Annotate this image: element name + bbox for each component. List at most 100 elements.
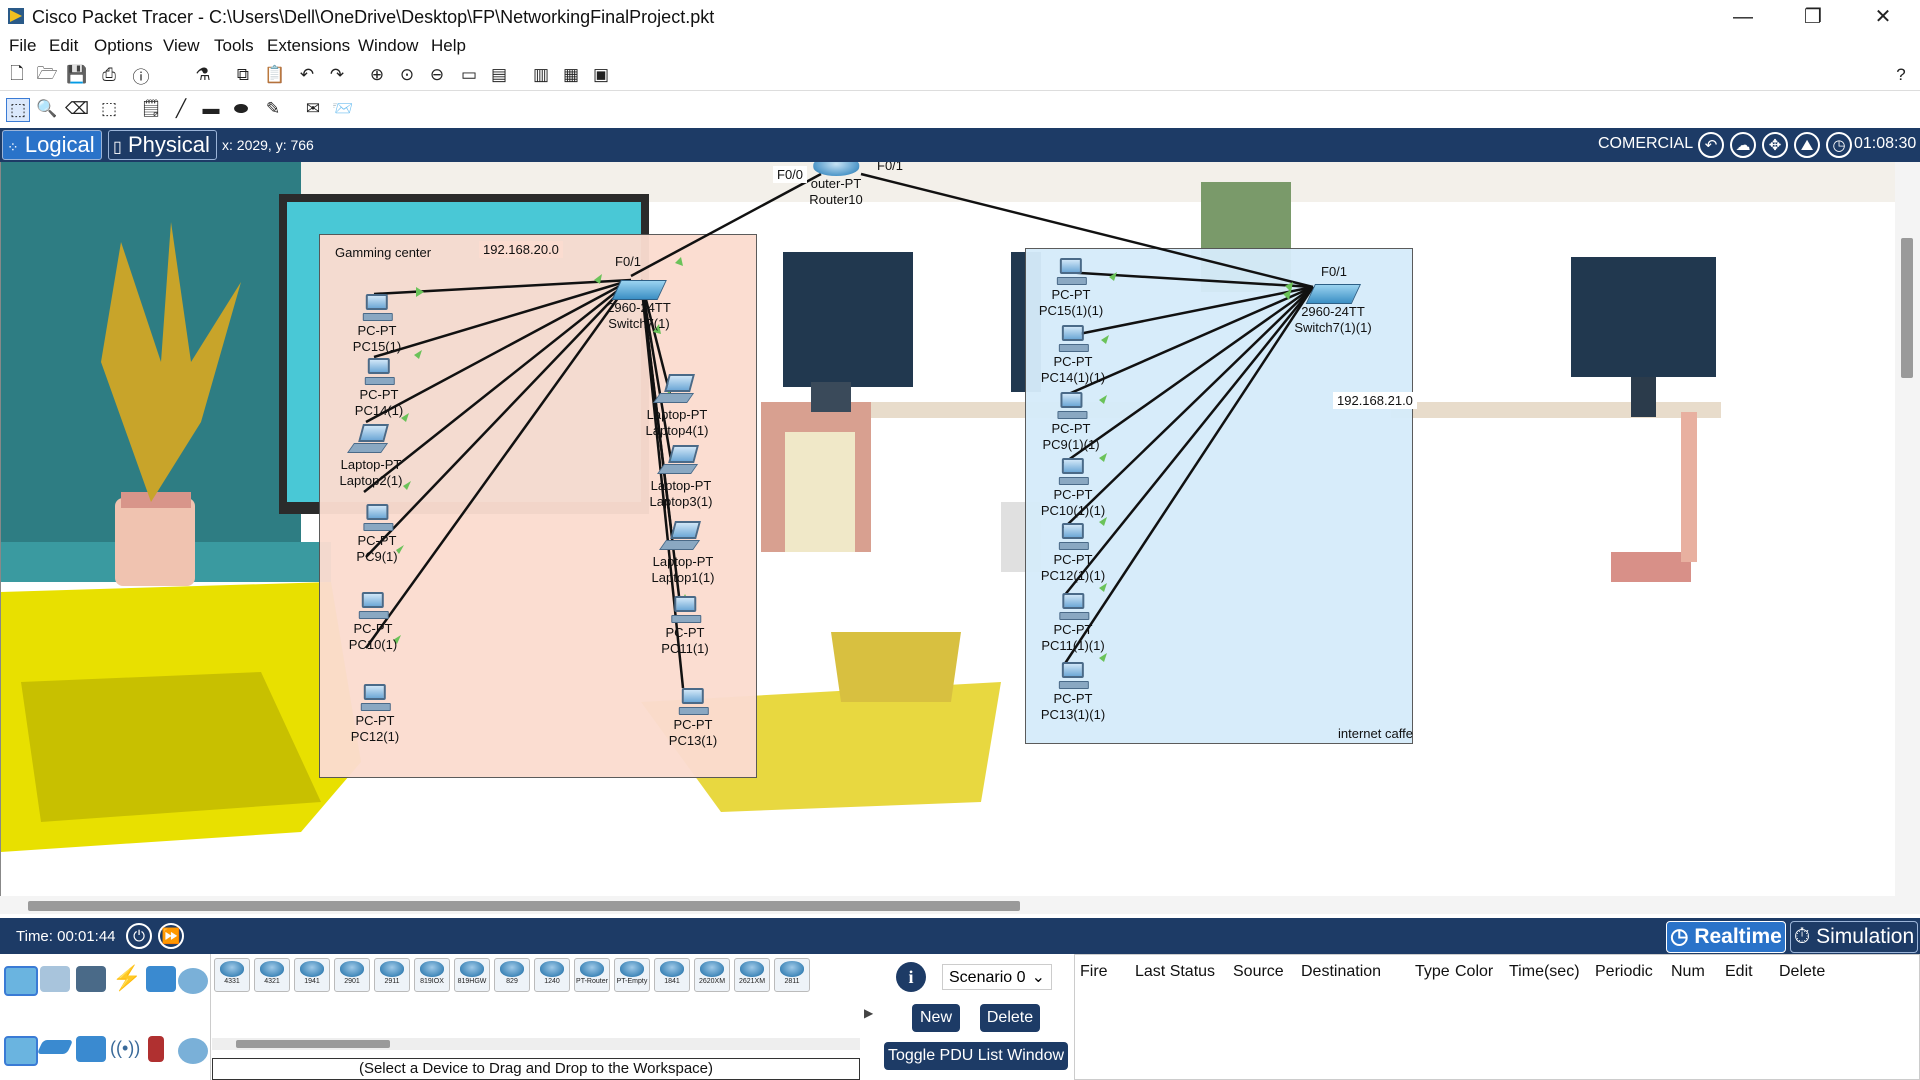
toggle-pdu-list-button[interactable]: Toggle PDU List Window (884, 1042, 1068, 1070)
physical-tab[interactable]: ▯ Physical (108, 130, 217, 160)
new-icon[interactable]: 🗋 (6, 64, 28, 86)
left-device-pc14[interactable]: PC-PT PC14(1) (355, 358, 403, 419)
fast-forward-icon[interactable]: ⏩ (158, 923, 184, 949)
right-device-pc13[interactable]: PC-PT PC13(1)(1) (1041, 662, 1105, 723)
menu-help[interactable]: Help (431, 36, 466, 56)
misc-category-icon[interactable] (146, 966, 176, 992)
router-model-1941[interactable]: 1941 (294, 958, 330, 992)
maximize-button[interactable]: ❐ (1790, 4, 1836, 30)
hubs-subcategory-icon[interactable] (76, 1036, 106, 1062)
simple-pdu-icon[interactable]: ✉ (302, 98, 324, 120)
device-list-scroll-thumb[interactable] (236, 1040, 390, 1048)
router-model-829[interactable]: 829 (494, 958, 530, 992)
wizard-icon[interactable]: ⚗ (192, 64, 214, 86)
clock-icon[interactable]: ◷ (1826, 132, 1852, 158)
info-icon[interactable]: ⓘ (130, 64, 152, 87)
resize-icon[interactable]: ⬚ (98, 98, 120, 120)
left-device-laptop4[interactable]: Laptop-PT Laptop4(1) (646, 374, 709, 439)
wireless-subcategory-icon[interactable]: ((•)) (110, 1038, 140, 1059)
delete-scenario-button[interactable]: Delete (980, 1004, 1040, 1032)
switches-subcategory-icon[interactable] (36, 1040, 74, 1054)
router-model-819iox[interactable]: 819IOX (414, 958, 450, 992)
components-category-icon[interactable] (76, 966, 106, 992)
router-model-4331[interactable]: 4331 (214, 958, 250, 992)
menu-options[interactable]: Options (94, 36, 153, 56)
right-device-pc12[interactable]: PC-PT PC12(1)(1) (1041, 523, 1105, 584)
vertical-scroll-thumb[interactable] (1901, 238, 1913, 378)
zoom-in-icon[interactable]: ⊕ (366, 64, 388, 86)
router-model-2621xm[interactable]: 2621XM (734, 958, 770, 992)
custom-device-icon[interactable]: ▤ (488, 64, 510, 86)
router-model-819hgw[interactable]: 819HGW (454, 958, 490, 992)
routers-subcategory-icon[interactable] (4, 1036, 38, 1066)
select-icon[interactable]: ⬚ (6, 98, 30, 122)
new-scenario-button[interactable]: New (912, 1004, 960, 1032)
left-device-laptop1[interactable]: Laptop-PT Laptop1(1) (652, 521, 715, 586)
router-node[interactable]: outer-PT Router10 (809, 162, 863, 208)
right-device-pc15[interactable]: PC-PT PC15(1)(1) (1039, 258, 1103, 319)
workspace-horizontal-scrollbar[interactable] (0, 896, 1920, 914)
scenario-info-icon[interactable]: i (896, 962, 926, 992)
workspace-vertical-scrollbar[interactable] (1895, 162, 1920, 896)
power-cycle-icon[interactable]: ⏻ (126, 923, 152, 949)
note-icon[interactable]: 🗒 (140, 98, 162, 120)
menu-view[interactable]: View (163, 36, 200, 56)
zoom-reset-icon[interactable]: ⊙ (396, 64, 418, 86)
menu-edit[interactable]: Edit (49, 36, 78, 56)
complex-pdu-icon[interactable]: 📨 (332, 98, 354, 120)
realtime-tab[interactable]: ◷ Realtime (1666, 921, 1786, 953)
move-icon[interactable]: ✥ (1762, 132, 1788, 158)
left-device-pc11[interactable]: PC-PT PC11(1) (661, 596, 709, 657)
delete-icon[interactable]: ⌫ (65, 98, 89, 120)
scenery-icon[interactable]: ⛰ (1794, 132, 1820, 158)
line-icon[interactable]: ╱ (170, 98, 192, 120)
logical-tab[interactable]: ⁘ Logical (2, 130, 102, 160)
copy-icon[interactable]: ⧉ (232, 64, 254, 86)
router-model-2901[interactable]: 2901 (334, 958, 370, 992)
network-devices-category-icon[interactable] (4, 966, 38, 996)
paste-icon[interactable]: 📋 (264, 64, 286, 86)
right-device-pc10[interactable]: PC-PT PC10(1)(1) (1041, 458, 1105, 519)
router-model-2620xm[interactable]: 2620XM (694, 958, 730, 992)
left-device-pc9[interactable]: PC-PT PC9(1) (356, 504, 398, 565)
minimize-button[interactable]: — (1720, 4, 1766, 30)
menu-tools[interactable]: Tools (214, 36, 254, 56)
end-devices-category-icon[interactable] (40, 966, 70, 992)
right-device-pc11[interactable]: PC-PT PC11(1)(1) (1041, 593, 1105, 654)
undo-icon[interactable]: ↶ (296, 64, 318, 86)
router-model-2911[interactable]: 2911 (374, 958, 410, 992)
right-device-pc14[interactable]: PC-PT PC14(1)(1) (1041, 325, 1105, 386)
open-icon[interactable]: 🗁 (36, 64, 58, 86)
menu-file[interactable]: File (9, 36, 36, 56)
router-model-4321[interactable]: 4321 (254, 958, 290, 992)
viewport-icon[interactable]: ▥ (530, 64, 552, 86)
left-device-laptop2[interactable]: Laptop-PT Laptop2(1) (340, 424, 403, 489)
horizontal-scroll-thumb[interactable] (28, 901, 1020, 911)
device-list-scrollbar[interactable] (212, 1038, 860, 1050)
ellipse-icon[interactable]: ⬬ (230, 98, 252, 120)
wan-emulation-subcategory-icon[interactable] (178, 1038, 208, 1064)
connections-category-icon[interactable]: ⚡ (112, 964, 142, 993)
freeform-icon[interactable]: ✎ (262, 98, 284, 120)
scenario-select[interactable]: Scenario 0 ⌄ (942, 964, 1052, 990)
cloud-icon[interactable]: ☁ (1730, 132, 1756, 158)
back-icon[interactable]: ↶ (1698, 132, 1724, 158)
inspect-icon[interactable]: 🔍 (36, 98, 58, 120)
left-device-pc12[interactable]: PC-PT PC12(1) (351, 684, 399, 745)
router-model-pt-empty[interactable]: PT-Empty (614, 958, 650, 992)
web-icon[interactable]: ▣ (590, 64, 612, 86)
menu-window[interactable]: Window (358, 36, 418, 56)
router-model-1841[interactable]: 1841 (654, 958, 690, 992)
simulation-tab[interactable]: ⏱ Simulation (1790, 921, 1918, 953)
print-icon[interactable]: ⎙ (98, 64, 120, 86)
left-device-laptop3[interactable]: Laptop-PT Laptop3(1) (650, 445, 713, 510)
rectangle-icon[interactable]: ▬ (200, 98, 222, 120)
menu-extensions[interactable]: Extensions (267, 36, 350, 56)
redo-icon[interactable]: ↷ (326, 64, 348, 86)
router-model-1240[interactable]: 1240 (534, 958, 570, 992)
left-switch-node[interactable]: 2960-24TT Switch7(1) (607, 280, 671, 332)
logical-workspace[interactable]: Gamming center 192.168.20.0 internet caf… (0, 162, 1896, 896)
left-device-pc13[interactable]: PC-PT PC13(1) (669, 688, 717, 749)
multiuser-category-icon[interactable] (178, 968, 208, 994)
save-icon[interactable]: 💾 (66, 64, 88, 86)
